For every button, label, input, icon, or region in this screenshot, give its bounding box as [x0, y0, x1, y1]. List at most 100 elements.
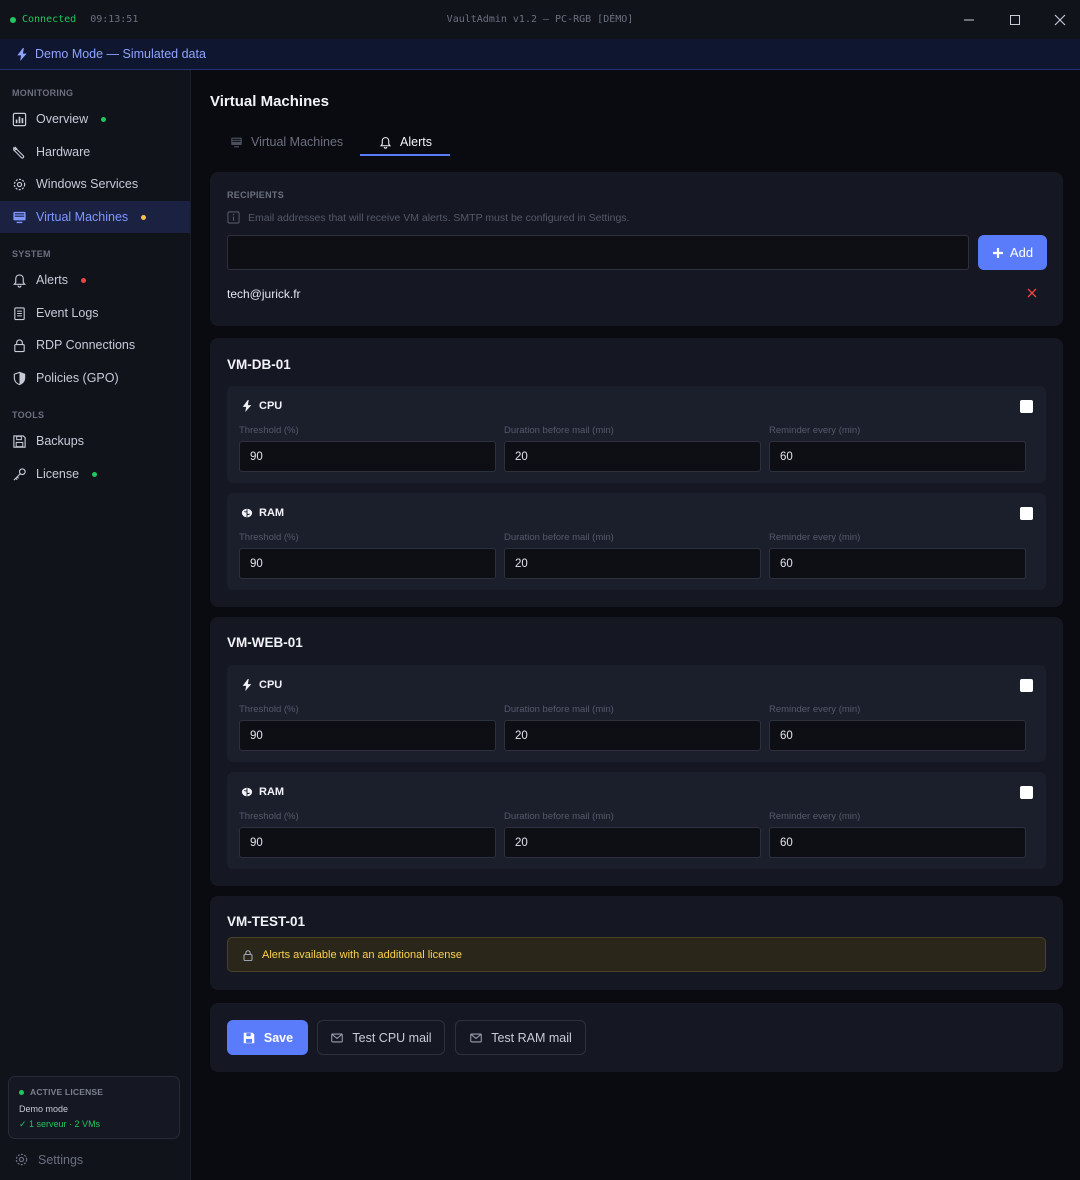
mail-icon: [331, 1033, 344, 1042]
tab-virtual-machines[interactable]: Virtual Machines: [230, 128, 343, 156]
sidebar-item-backups[interactable]: Backups: [0, 425, 190, 457]
brain-icon: [241, 787, 253, 797]
sidebar-item-label: Windows Services: [36, 177, 139, 191]
actions-card: Save Test CPU mail Test RAM mail: [210, 1003, 1063, 1072]
bell-icon: [13, 273, 26, 288]
clipboard-icon: [14, 306, 25, 320]
threshold-input[interactable]: [239, 720, 496, 751]
reminder-label: Reminder every (min): [769, 532, 861, 543]
duration-label: Duration before mail (min): [504, 704, 614, 715]
vm-card-test01: VM-TEST-01 Alerts available with an addi…: [210, 896, 1063, 990]
duration-label: Duration before mail (min): [504, 532, 614, 543]
test-cpu-mail-button[interactable]: Test CPU mail: [317, 1020, 445, 1055]
sidebar-item-policies[interactable]: Policies (GPO): [0, 362, 190, 394]
maximize-button[interactable]: [992, 0, 1038, 39]
mail-icon: [470, 1033, 482, 1042]
reminder-input[interactable]: [769, 827, 1026, 858]
section-system: SYSTEM: [12, 249, 51, 259]
test-ram-label: Test RAM mail: [491, 1030, 572, 1045]
duration-input[interactable]: [504, 548, 761, 579]
demo-banner: Demo Mode — Simulated data: [0, 39, 1080, 70]
reminder-label: Reminder every (min): [769, 425, 861, 436]
reminder-input[interactable]: [769, 548, 1026, 579]
license-notice-text: Alerts available with an additional lice…: [262, 948, 462, 961]
close-button[interactable]: [1037, 0, 1080, 39]
recipients-card: RECIPIENTS Email addresses that will rec…: [210, 172, 1063, 326]
remove-recipient-icon[interactable]: [1025, 286, 1039, 300]
status-dot: [101, 116, 107, 122]
tab-alerts[interactable]: Alerts: [379, 128, 432, 156]
lightning-icon: [17, 47, 27, 61]
duration-input[interactable]: [504, 441, 761, 472]
page-title: Virtual Machines: [210, 93, 329, 110]
threshold-input[interactable]: [239, 548, 496, 579]
vm-name: VM-WEB-01: [227, 635, 303, 650]
license-heading-row: ACTIVE LICENSE: [19, 1087, 169, 1097]
reminder-input[interactable]: [769, 441, 1026, 472]
threshold-label: Threshold (%): [239, 811, 299, 822]
settings-label: Settings: [38, 1152, 84, 1167]
enable-checkbox[interactable]: [1020, 400, 1033, 413]
sidebar-item-windows-services[interactable]: Windows Services: [0, 168, 190, 200]
duration-input[interactable]: [504, 827, 761, 858]
sidebar-item-label: Overview: [36, 112, 89, 126]
sidebar-item-settings[interactable]: Settings: [14, 1152, 83, 1167]
test-ram-mail-button[interactable]: Test RAM mail: [455, 1020, 586, 1055]
cpu-alert-panel: CPU Threshold (%) Duration before mail (…: [227, 665, 1046, 762]
sidebar-item-hardware[interactable]: Hardware: [0, 136, 190, 168]
ram-alert-panel: RAM Threshold (%) Duration before mail (…: [227, 772, 1046, 869]
cpu-alert-panel: CPU Threshold (%) Duration before mail (…: [227, 386, 1046, 483]
minimize-icon: [964, 19, 974, 20]
active-tab-indicator: [360, 154, 450, 156]
monitor-icon: [13, 211, 26, 223]
status-dot: [141, 214, 147, 220]
duration-label: Duration before mail (min): [504, 425, 614, 436]
clock: 09:13:51: [90, 14, 139, 25]
lock-icon: [14, 338, 25, 352]
lock-icon: [243, 949, 253, 961]
threshold-input[interactable]: [239, 441, 496, 472]
minimize-button[interactable]: [946, 0, 992, 39]
reminder-input[interactable]: [769, 720, 1026, 751]
tab-label: Alerts: [400, 135, 432, 149]
save-button[interactable]: Save: [227, 1020, 308, 1055]
sidebar-item-event-logs[interactable]: Event Logs: [0, 297, 190, 329]
active-license-card: ACTIVE LICENSE Demo mode ✓ 1 serveur · 2…: [8, 1076, 180, 1139]
recipients-info-text: Email addresses that will receive VM ale…: [248, 211, 630, 224]
status-dot: [80, 277, 86, 283]
section-tools: TOOLS: [12, 410, 45, 420]
vm-card-db01: VM-DB-01 CPU Threshold (%) Duration befo…: [210, 338, 1063, 607]
sidebar-item-license[interactable]: License: [0, 458, 190, 490]
recipient-email-input[interactable]: [227, 235, 969, 270]
sidebar-item-virtual-machines[interactable]: Virtual Machines: [0, 201, 190, 233]
bell-icon: [379, 136, 392, 149]
plus-icon: [992, 247, 1003, 258]
enable-checkbox[interactable]: [1020, 786, 1033, 799]
add-recipient-button[interactable]: Add: [978, 235, 1047, 270]
license-heading: ACTIVE LICENSE: [30, 1087, 104, 1097]
sidebar-item-alerts[interactable]: Alerts: [0, 264, 190, 296]
sidebar-item-label: RDP Connections: [36, 338, 136, 352]
reminder-label: Reminder every (min): [769, 704, 861, 715]
metric-label: RAM: [259, 507, 285, 519]
monitor-icon: [231, 137, 242, 147]
metric-heading: RAM: [241, 786, 284, 798]
save-label: Save: [263, 1030, 294, 1045]
enable-checkbox[interactable]: [1020, 679, 1033, 692]
sidebar-item-label: Virtual Machines: [36, 210, 129, 224]
vm-card-web01: VM-WEB-01 CPU Threshold (%) Duration bef…: [210, 617, 1063, 886]
vm-name: VM-TEST-01: [227, 914, 306, 929]
enable-checkbox[interactable]: [1020, 507, 1033, 520]
connection-dot: [10, 16, 16, 23]
threshold-input[interactable]: [239, 827, 496, 858]
sidebar-item-label: Backups: [36, 434, 84, 448]
recipient-email: tech@jurick.fr: [227, 287, 301, 301]
lightning-icon: [242, 400, 252, 412]
gear-icon: [13, 178, 26, 190]
license-scope: ✓ 1 serveur · 2 VMs: [19, 1119, 101, 1129]
sidebar-item-rdp-connections[interactable]: RDP Connections: [0, 329, 190, 361]
tab-label: Virtual Machines: [251, 135, 344, 149]
sidebar-item-overview[interactable]: Overview: [0, 103, 190, 135]
duration-input[interactable]: [504, 720, 761, 751]
duration-label: Duration before mail (min): [504, 811, 614, 822]
